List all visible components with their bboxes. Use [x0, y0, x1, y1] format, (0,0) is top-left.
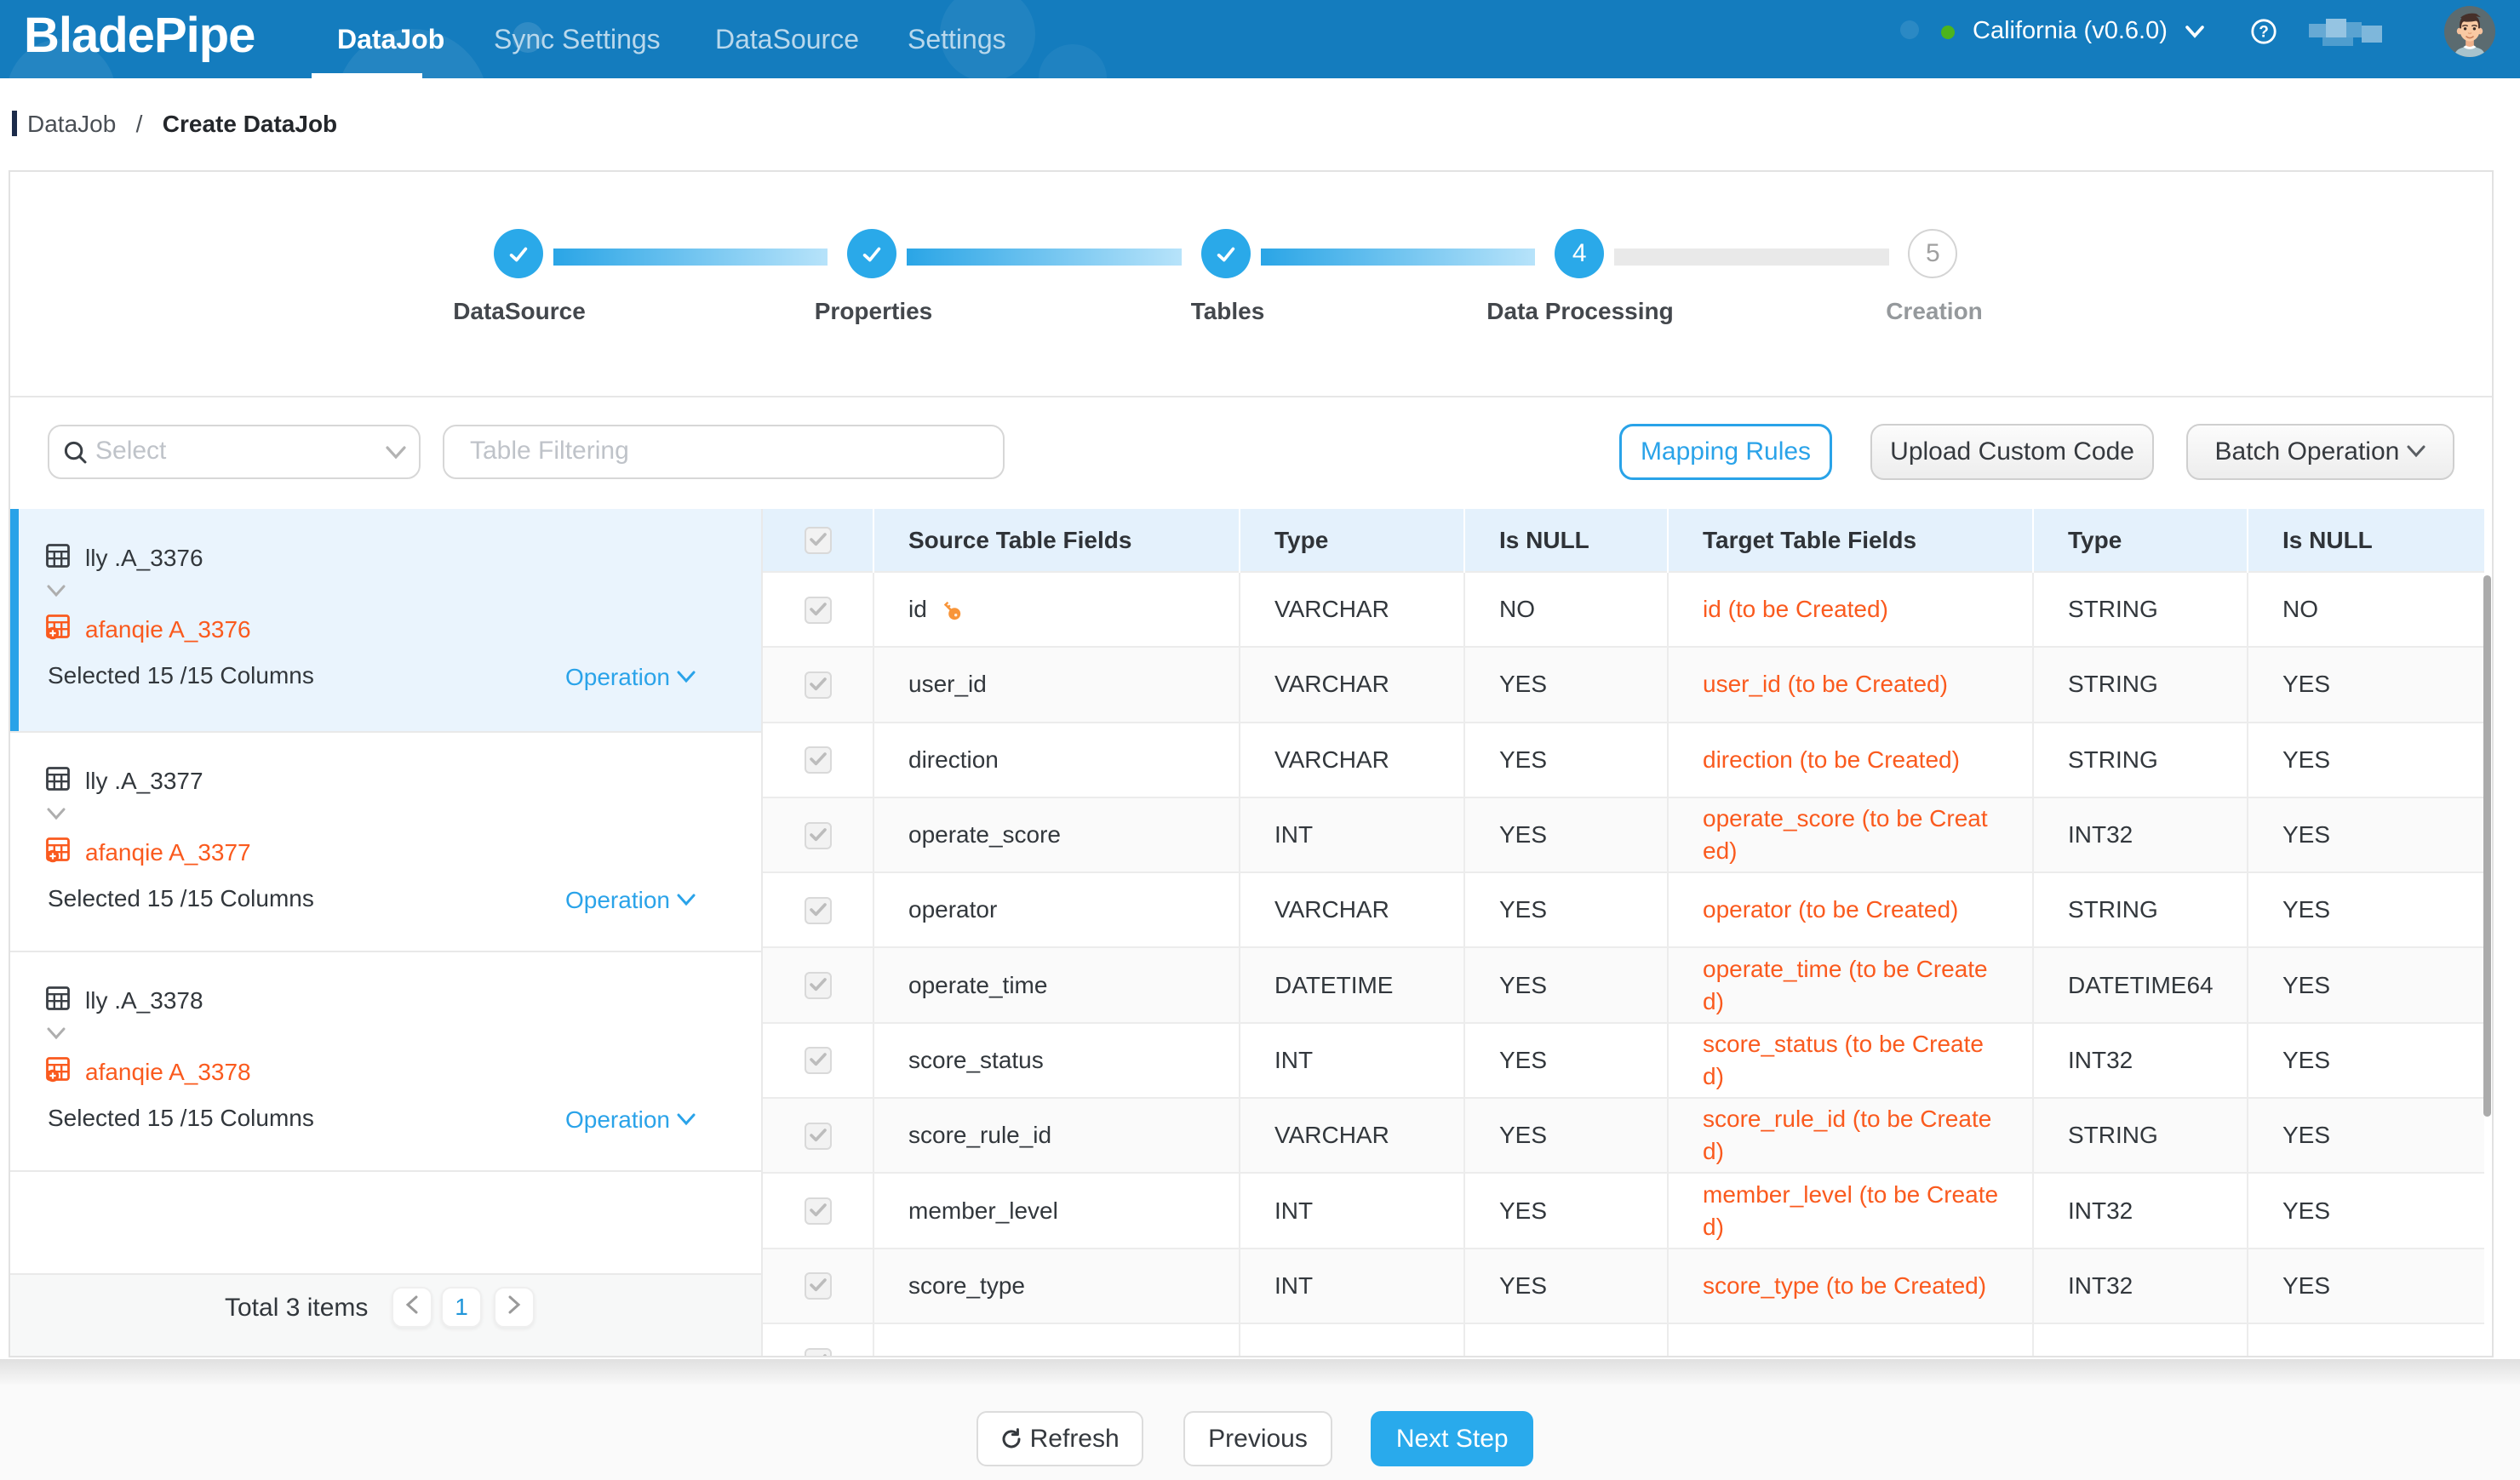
svg-text:?: ?	[2259, 24, 2269, 42]
